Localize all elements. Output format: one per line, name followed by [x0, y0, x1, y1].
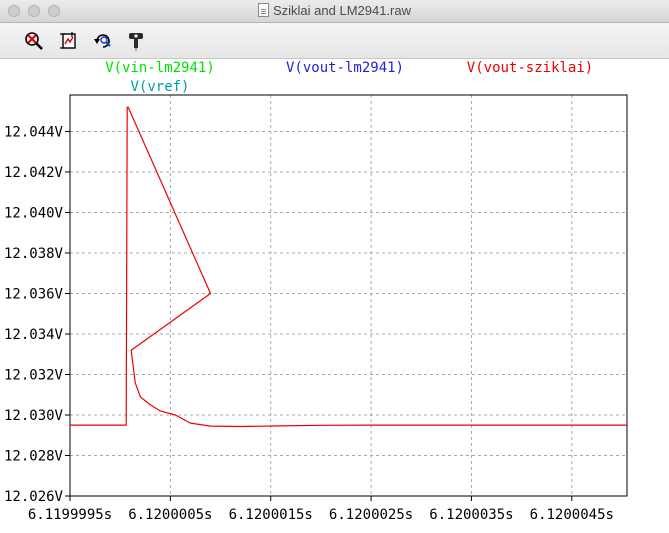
toolbar — [0, 23, 669, 59]
y-tick-label: 12.040V — [4, 205, 64, 221]
x-tick-label: 6.1200035s — [429, 507, 513, 523]
plot-frame — [69, 94, 628, 497]
trace-label-vout-sziklai[interactable]: V(vout-sziklai) — [467, 60, 593, 76]
y-tick-label: 12.030V — [4, 408, 64, 424]
y-tick-label: 12.038V — [4, 246, 64, 262]
trace-label-vout-lm2941[interactable]: V(vout-lm2941) — [286, 60, 404, 76]
title-bar: Sziklai and LM2941.raw — [0, 0, 669, 23]
window-title-group: Sziklai and LM2941.raw — [0, 3, 669, 18]
waveform-plot[interactable]: 6.1199995s 6.1200005s 6.1200015s 6.1200025s… — [0, 59, 669, 528]
x-tick-label: 6.1200005s — [128, 507, 212, 523]
trace-label-vin-lm2941[interactable]: V(vin-lm2941) — [105, 60, 215, 76]
window-title: Sziklai and LM2941.raw — [272, 3, 412, 18]
x-tick-label: 6.1199995s — [28, 507, 112, 523]
zoom-fit-icon[interactable] — [59, 31, 79, 51]
zoom-cancel-icon[interactable] — [24, 31, 44, 51]
waveform-chart[interactable]: 6.1199995s 6.1200005s 6.1200015s 6.1200025s… — [0, 59, 669, 528]
trace-label-vref[interactable]: V(vref) — [130, 79, 189, 95]
y-tick-label: 12.028V — [4, 448, 64, 464]
x-tick-label: 6.1200015s — [229, 507, 313, 523]
x-tick-label: 6.1200045s — [530, 507, 614, 523]
y-tick-label: 12.032V — [4, 367, 64, 383]
x-tick-label: 6.1200025s — [329, 507, 413, 523]
document-icon — [257, 3, 269, 17]
probe-icon[interactable] — [126, 31, 146, 51]
undo-zoom-icon[interactable] — [93, 31, 113, 51]
y-tick-label: 12.036V — [4, 286, 64, 302]
y-tick-label: 12.026V — [4, 489, 64, 505]
y-tick-label: 12.042V — [4, 165, 64, 181]
y-tick-label: 12.034V — [4, 327, 64, 343]
app-window: Sziklai and LM2941.raw 6.1199995s 6.1200… — [0, 0, 669, 528]
y-tick-label: 12.044V — [4, 124, 64, 140]
series-line-vout-sziklai[interactable] — [70, 106, 627, 428]
